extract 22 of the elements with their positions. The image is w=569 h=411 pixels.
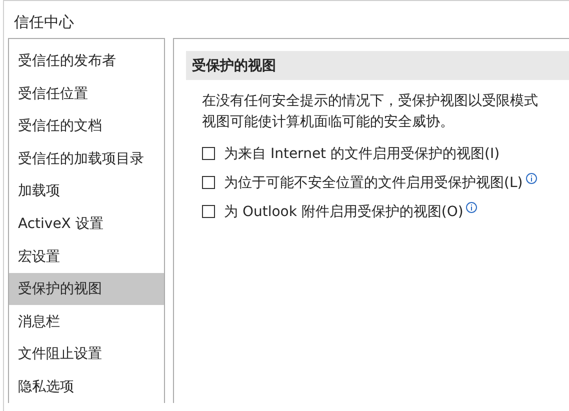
checkbox[interactable] [202,205,215,218]
checkbox[interactable] [202,176,215,189]
window-title: 信任中心 [13,12,75,33]
sidebar-item[interactable]: 受信任的加载项目录 [9,142,164,176]
sidebar-item[interactable]: 文件阻止设置 [9,338,164,370]
info-icon[interactable] [466,202,478,213]
sidebar-item[interactable]: 受信任的发布者 [9,45,164,78]
checkbox-label[interactable]: 为位于可能不安全位置的文件启用受保护视图(L) [224,174,523,192]
sidebar-item[interactable]: 受信任的文档 [9,110,164,143]
checkbox-label[interactable]: 为 Outlook 附件启用受保护的视图(O) [224,202,464,220]
sidebar-item[interactable]: 受信任位置 [9,78,164,110]
sidebar-item[interactable]: 受保护的视图 [9,272,164,306]
description-text: 在没有任何安全提示的情况下，受保护视图以受限模式 视图可能使计算机面临可能的安全威协。 [202,92,539,132]
sidebar-item[interactable]: 宏设置 [9,240,164,273]
sidebar-item[interactable]: 消息栏 [9,305,164,338]
sidebar-item[interactable]: 隐私选项 [9,370,164,404]
checkbox[interactable] [202,147,215,160]
checkbox-label[interactable]: 为来自 Internet 的文件启用受保护的视图(I) [224,144,500,162]
info-icon[interactable] [526,173,537,184]
section-header: 受保护的视图 [186,51,569,80]
sidebar-item[interactable]: ActiveX 设置 [9,208,164,240]
sidebar-item[interactable]: 加载项 [9,175,164,208]
